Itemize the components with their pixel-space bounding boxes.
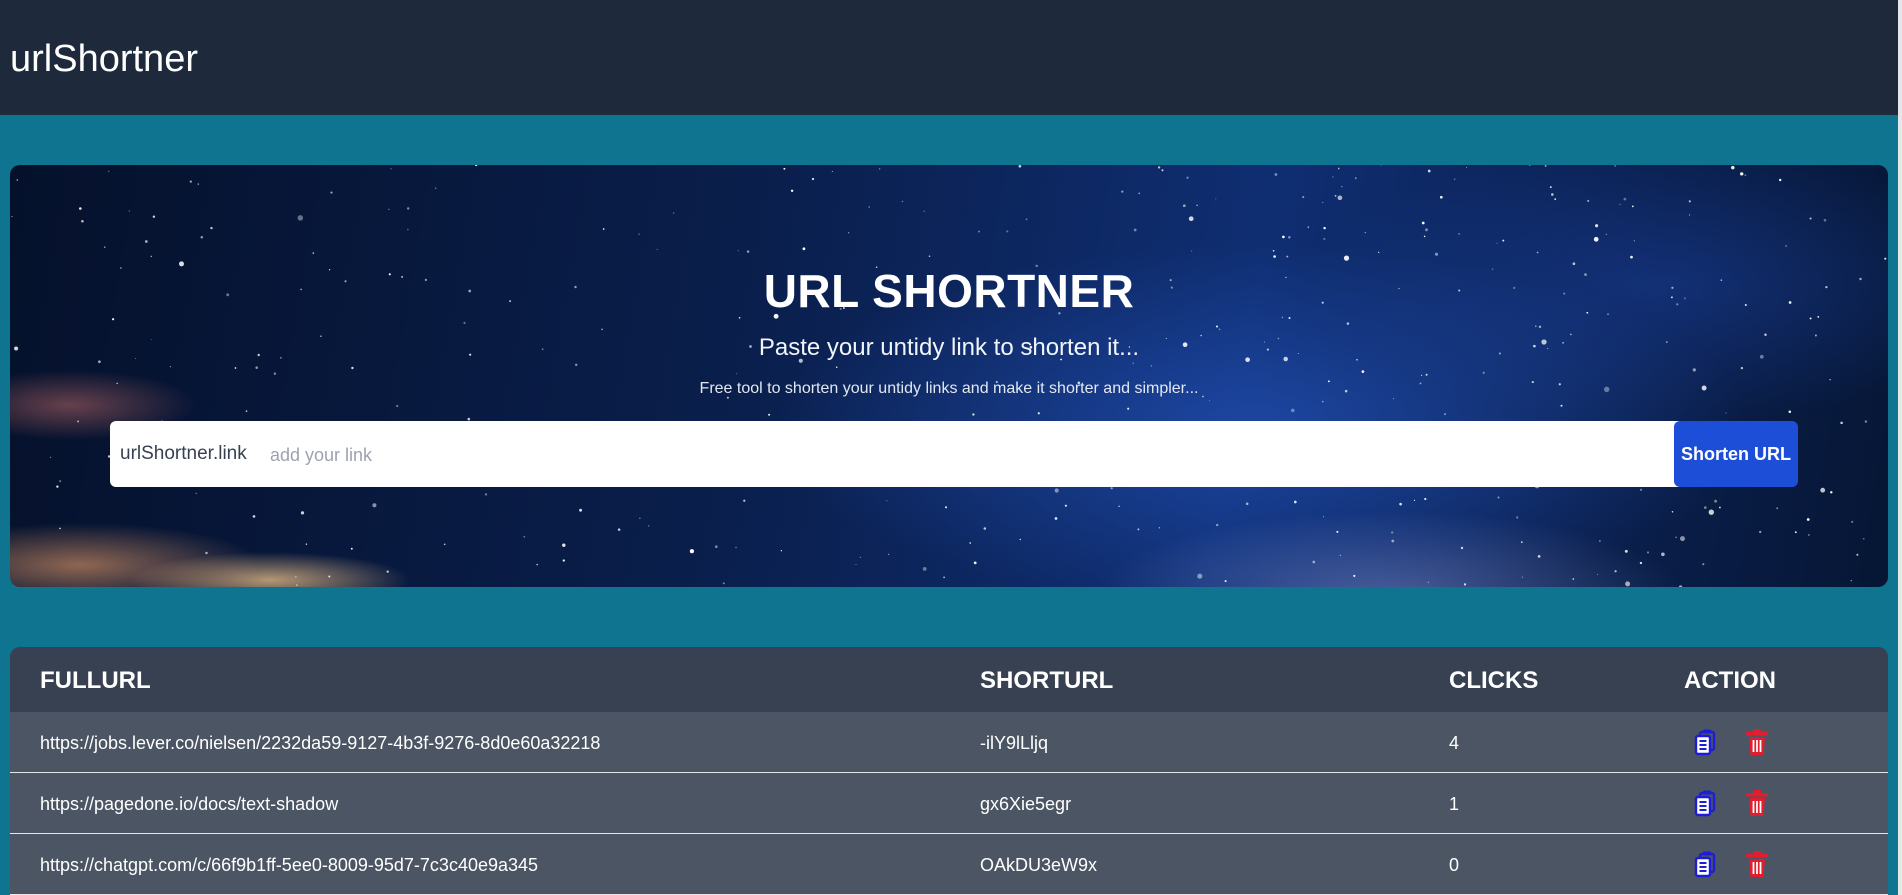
clipboard-copy-icon[interactable] — [1691, 787, 1723, 819]
table-header: FULLURL SHORTURL CLICKS ACTION — [10, 647, 1888, 712]
clicks-cell: 1 — [1449, 794, 1460, 814]
shorten-form: urlShortner.link Shorten URL — [110, 421, 1798, 487]
clipboard-copy-icon[interactable] — [1691, 848, 1723, 880]
window-scrollbar[interactable] — [1898, 0, 1902, 895]
short-url-cell[interactable]: gx6Xie5egr — [980, 793, 1071, 815]
table-row: https://chatgpt.com/c/66f9b1ff-5ee0-8009… — [10, 834, 1888, 895]
trash-icon[interactable] — [1741, 726, 1773, 758]
full-url-cell[interactable]: https://pagedone.io/docs/text-shadow — [40, 793, 338, 815]
hero-subtitle: Paste your untidy link to shorten it... — [758, 334, 1140, 361]
navbar: urlShortner — [0, 0, 1898, 115]
header-clicks: CLICKS — [1449, 667, 1539, 694]
hero-description: Free tool to shorten your untidy links a… — [699, 380, 1199, 397]
link-input[interactable] — [268, 433, 1662, 477]
table-row: https://pagedone.io/docs/text-shadow gx6… — [10, 773, 1888, 834]
link-input-group: urlShortner.link — [110, 421, 1680, 487]
brand-logo[interactable]: urlShortner — [10, 36, 198, 82]
clicks-cell: 0 — [1449, 855, 1460, 875]
domain-prefix: urlShortner.link — [120, 443, 247, 464]
short-url-cell[interactable]: OAkDU3eW9x — [980, 854, 1097, 876]
page-title: URL SHORTNER — [763, 265, 1135, 317]
clicks-cell: 4 — [1449, 733, 1460, 753]
header-shorturl: SHORTURL — [980, 667, 1114, 694]
full-url-cell[interactable]: https://jobs.lever.co/nielsen/2232da59-9… — [40, 732, 600, 754]
full-url-cell[interactable]: https://chatgpt.com/c/66f9b1ff-5ee0-8009… — [40, 854, 538, 876]
short-url-cell[interactable]: -ilY9lLljq — [980, 732, 1048, 754]
table-row: https://jobs.lever.co/nielsen/2232da59-9… — [10, 712, 1888, 773]
starfield-background — [11, 165, 1887, 587]
hero-banner: URL SHORTNER Paste your untidy link to s… — [10, 165, 1888, 587]
url-table: FULLURL SHORTURL CLICKS ACTION https://j… — [10, 647, 1888, 895]
shorten-url-button[interactable]: Shorten URL — [1674, 421, 1798, 487]
trash-icon[interactable] — [1741, 787, 1773, 819]
clipboard-copy-icon[interactable] — [1691, 726, 1723, 758]
header-fullurl: FULLURL — [40, 667, 151, 694]
trash-icon[interactable] — [1741, 848, 1773, 880]
header-action: ACTION — [1684, 667, 1776, 694]
